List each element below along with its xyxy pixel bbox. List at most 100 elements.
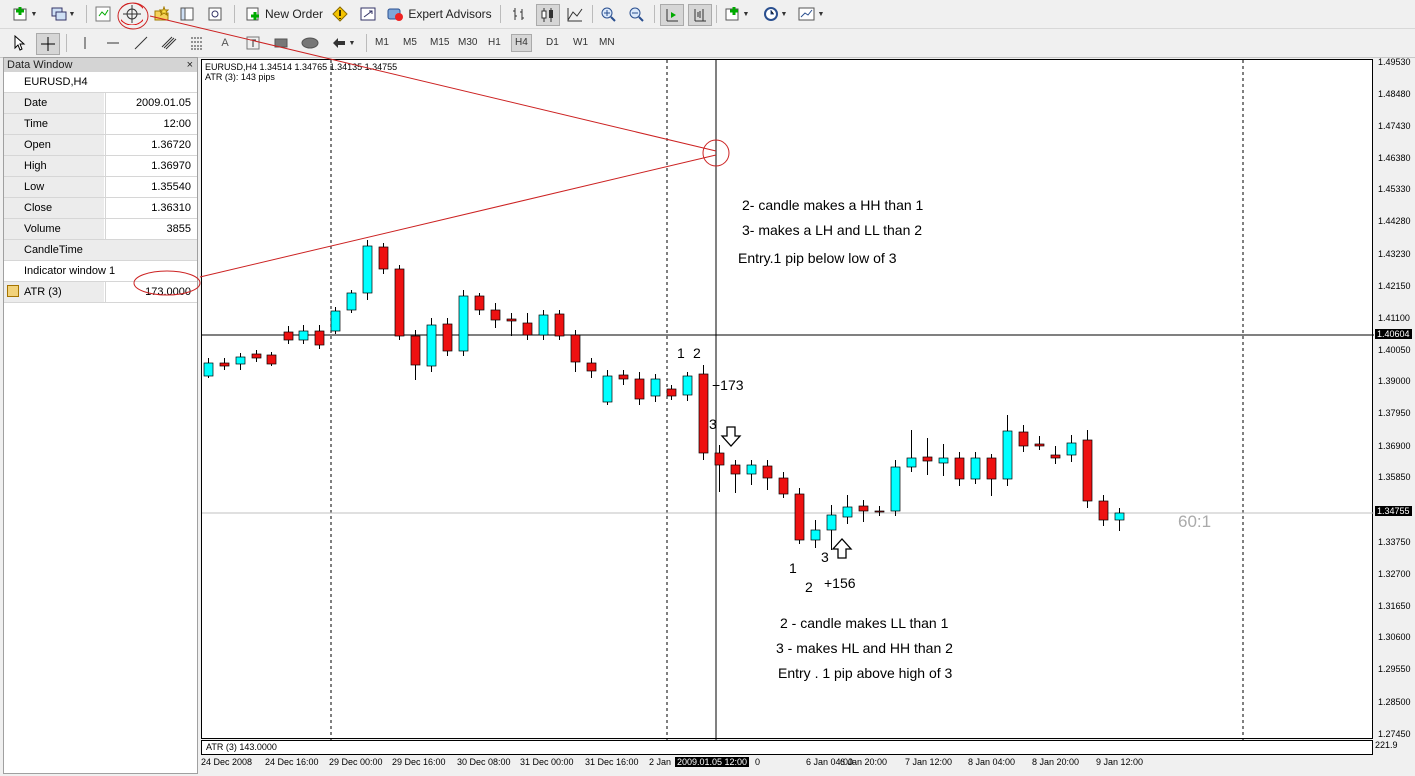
ratio-label: 60:1 [1178,512,1212,531]
price-tick: 1.33750 [1378,537,1411,547]
autoscroll-button[interactable] [660,4,684,26]
row-value: 1.35540 [105,177,197,197]
row-value: 2009.01.05 [105,93,197,113]
candletime-row: CandleTime [4,240,197,261]
zoom-in-button[interactable] [598,4,618,24]
bullish-candle [842,506,853,518]
timeframe-m5[interactable]: M5 [400,35,420,51]
timeframe-m1[interactable]: M1 [372,35,392,51]
arrows-button[interactable]: ▼ [330,33,356,53]
bearish-candle [714,452,725,466]
indicators-button[interactable]: ▼ [722,4,752,24]
bullish-candle [890,466,901,512]
new-order-label: New Order [264,7,323,21]
data-row-date: Date 2009.01.05 [4,93,197,114]
candlestick-chart-button[interactable] [536,4,560,26]
new-order-button[interactable]: New Order [242,4,326,24]
bearish-candle [522,322,533,336]
bullish-candle [602,375,613,403]
trendline-button[interactable] [132,33,150,53]
timeframe-d1[interactable]: D1 [543,35,562,51]
crosshair-button[interactable] [118,2,146,26]
data-row-time: Time 12:00 [4,114,197,135]
time-tick: 7 Jan 12:00 [905,757,953,767]
buy-arrow-icon [831,538,853,559]
channel-button[interactable] [160,33,178,53]
price-tick: 1.37950 [1378,408,1411,418]
time-tick: 24 Dec 2008 [201,757,253,767]
tester-icon [208,7,222,21]
periods-button[interactable]: ▼ [760,4,790,24]
indicators-icon [725,7,739,21]
bullish-candle [235,356,246,365]
market-watch-button[interactable] [92,4,114,24]
navigator-button[interactable] [150,4,172,24]
arrows-icon [332,38,345,48]
price-tick: 1.29550 [1378,664,1411,674]
close-icon[interactable]: × [187,58,193,72]
data-row-low: Low 1.35540 [4,177,197,198]
price-chart[interactable] [201,59,1374,740]
price-axis[interactable]: 1.49530 1.48480 1.47430 1.46380 1.45330 1.442… [1374,57,1415,739]
price-tick: 1.48480 [1378,89,1411,99]
templates-button[interactable]: ▼ [796,4,826,24]
data-window-titlebar: Data Window × [4,58,197,72]
price-tick: 1.43230 [1378,249,1411,259]
bearish-candle [858,505,869,512]
ellipse-button[interactable] [300,33,320,53]
bullish-candle [346,292,357,311]
strategy-tester-button[interactable] [204,4,226,24]
data-row-high: High 1.36970 [4,156,197,177]
bearish-candle [570,334,581,363]
time-axis[interactable]: 24 Dec 2008 24 Dec 16:00 29 Dec 00:00 29 De… [201,756,1373,776]
bearish-candle [698,373,709,454]
row-value: 3855 [105,219,197,239]
fullscreen-button[interactable] [358,4,378,24]
expert-advisors-button[interactable]: Expert Advisors [386,4,492,24]
autoscroll-icon [666,9,678,22]
bullish-candle [746,464,757,475]
vertical-line-button[interactable] [76,33,94,53]
zoom-out-button[interactable] [626,4,646,24]
price-tick: 1.30600 [1378,632,1411,642]
fibonacci-button[interactable] [188,33,206,53]
timeframe-m30[interactable]: M30 [455,35,480,51]
row-value: 1.36310 [105,198,197,218]
time-tick: 30 Dec 08:00 [457,757,511,767]
arrow-cursor-icon [14,35,26,51]
zoom-in-icon [601,7,616,22]
time-tick: 6 Jan 20:00 [840,757,888,767]
crosshair-tool-button[interactable] [36,33,60,55]
bearish-candle [922,456,933,462]
bar-chart-button[interactable] [508,4,530,24]
candlestick-icon [541,8,553,22]
bearish-candle [283,331,294,341]
cursor-button[interactable] [10,33,30,53]
bearish-candle [586,362,597,372]
timeframe-m15[interactable]: M15 [427,35,452,51]
line-chart-button[interactable] [564,4,586,24]
bullish-candle [458,295,469,352]
terminal-button[interactable] [176,4,198,24]
timeframe-w1[interactable]: W1 [570,35,591,51]
metaeditor-button[interactable] [330,4,350,24]
horizontal-line-button[interactable] [104,33,122,53]
profiles-button[interactable]: ▼ [48,4,78,24]
timeframe-h1[interactable]: H1 [485,35,504,51]
text-button[interactable]: A [216,33,234,53]
atr-subwindow[interactable]: ATR (3) 143.0000 [201,740,1373,755]
new-chart-button[interactable]: ▼ [10,4,40,24]
rectangle-button[interactable] [272,33,290,53]
candle-label-1a: 1 [677,345,685,361]
text-label-button[interactable] [244,33,262,53]
bearish-candle [394,268,405,337]
time-tick: 24 Dec 16:00 [265,757,319,767]
crosshair-icon [121,3,143,25]
new-order-icon [246,7,259,21]
price-tick: 1.36900 [1378,441,1411,451]
bullish-candle [938,457,949,464]
timeframe-h4[interactable]: H4 [511,34,532,52]
timeframe-mn[interactable]: MN [596,35,618,51]
row-label: Date [4,93,104,113]
chart-shift-button[interactable] [688,4,712,26]
